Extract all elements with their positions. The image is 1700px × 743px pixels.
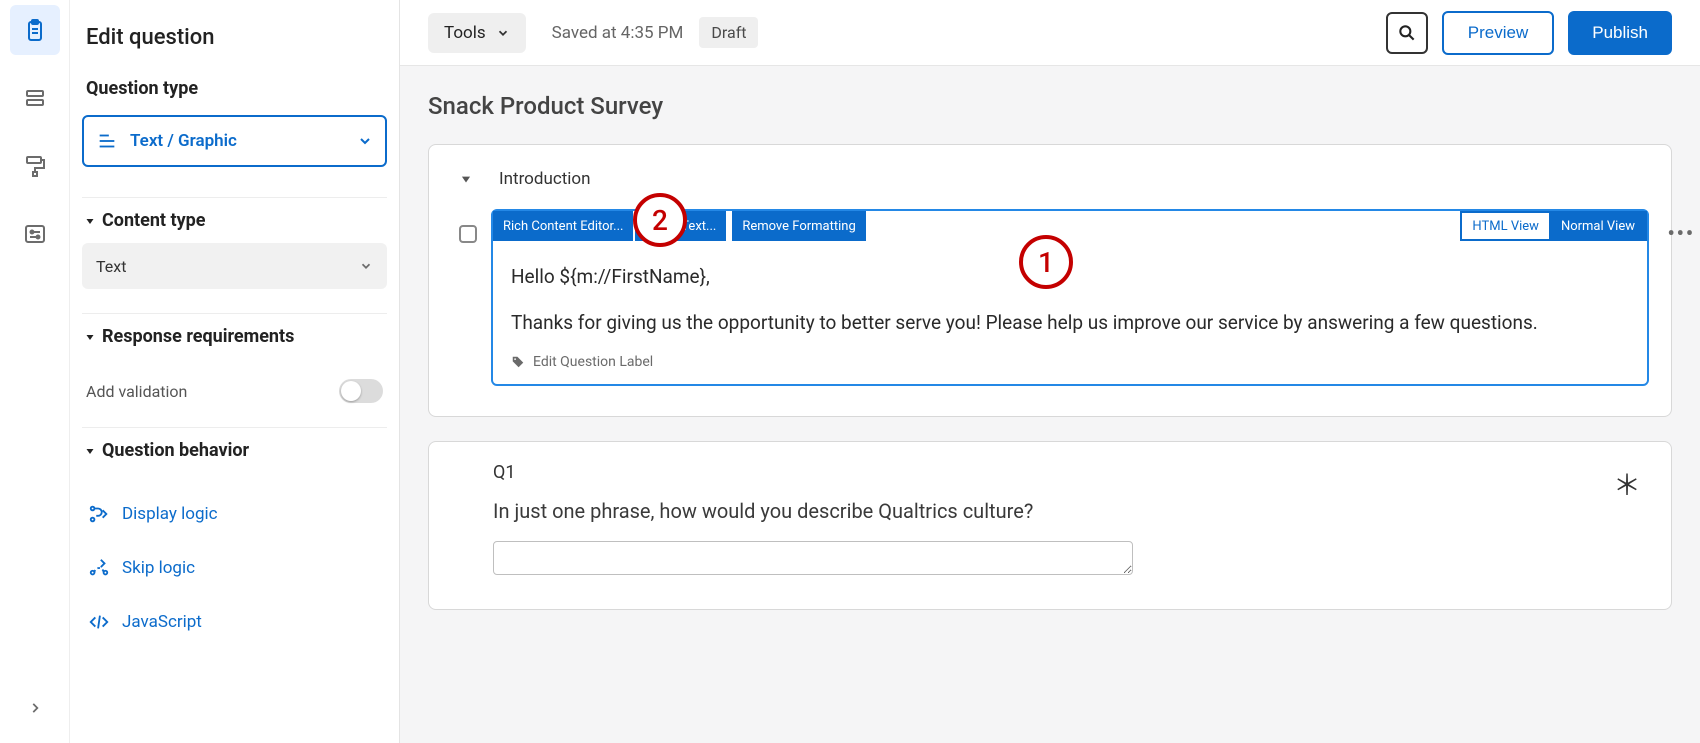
display-logic-button[interactable]: Display logic — [82, 487, 387, 541]
tools-menu[interactable]: Tools — [428, 13, 526, 53]
rich-content-editor-button[interactable]: Rich Content Editor... — [493, 211, 635, 241]
nav-rail — [0, 0, 70, 743]
topbar: Tools Saved at 4:35 PM Draft Preview Pub… — [400, 0, 1700, 66]
chevron-down-icon — [359, 259, 373, 273]
normal-view-tab[interactable]: Normal View — [1549, 211, 1647, 241]
add-validation-toggle[interactable] — [339, 379, 383, 403]
required-star-icon: ＊ — [1613, 464, 1641, 504]
skip-logic-button[interactable]: Skip logic — [82, 541, 387, 595]
preview-button[interactable]: Preview — [1442, 11, 1554, 55]
paint-roller-icon — [23, 154, 47, 178]
content-type-value: Text — [96, 257, 126, 276]
code-icon — [88, 611, 110, 633]
add-validation-label: Add validation — [86, 382, 187, 401]
edit-question-label[interactable]: Edit Question Label — [493, 354, 1647, 384]
chevron-right-icon — [28, 701, 42, 715]
sliders-icon — [23, 222, 47, 246]
question-more-menu[interactable]: ••• — [1667, 221, 1695, 245]
edit-question-label-text: Edit Question Label — [533, 354, 653, 370]
question-text: In just one phrase, how would you descri… — [493, 499, 1643, 523]
nav-look-and-feel[interactable] — [10, 141, 60, 191]
question-intro-card[interactable]: Rich Content Editor... Piped Text... Rem… — [491, 209, 1649, 386]
survey-canvas: Snack Product Survey Introduction Rich C… — [400, 66, 1700, 743]
skip-logic-label: Skip logic — [122, 558, 195, 578]
question-behavior-heading: Question behavior — [102, 440, 249, 461]
content-type-section[interactable]: Content type — [82, 197, 387, 243]
edit-question-sidebar: Edit question Question type Text / Graph… — [70, 0, 400, 743]
rail-expand[interactable] — [10, 683, 60, 733]
question-type-select[interactable]: Text / Graphic — [82, 115, 387, 167]
saved-status: Saved at 4:35 PM — [552, 23, 684, 43]
block-header[interactable]: Introduction — [451, 165, 1649, 209]
q1-text-input[interactable] — [493, 541, 1133, 575]
nav-block-editor[interactable] — [10, 73, 60, 123]
content-type-heading: Content type — [102, 210, 206, 231]
question-type-heading: Question type — [82, 78, 387, 99]
skip-logic-icon — [88, 557, 110, 579]
block-title: Introduction — [499, 169, 591, 189]
piped-text-button[interactable]: Piped Text... — [635, 211, 728, 241]
triangle-down-icon — [84, 445, 96, 457]
display-logic-icon — [88, 503, 110, 525]
question-q1[interactable]: ＊ Q1 In just one phrase, how would you d… — [428, 441, 1672, 610]
triangle-down-icon — [459, 172, 473, 186]
search-icon — [1397, 23, 1417, 43]
javascript-button[interactable]: JavaScript — [82, 595, 387, 649]
question-toolbar: Rich Content Editor... Piped Text... Rem… — [493, 211, 1647, 241]
more-horizontal-icon: ••• — [1667, 221, 1695, 245]
response-requirements-heading: Response requirements — [102, 326, 294, 347]
blocks-icon — [23, 86, 47, 110]
search-button[interactable] — [1386, 12, 1428, 54]
tools-label: Tools — [444, 23, 486, 43]
question-behavior-section[interactable]: Question behavior — [82, 427, 387, 473]
question-content[interactable]: Hello ${m://FirstName}, Thanks for givin… — [493, 241, 1647, 354]
publish-button[interactable]: Publish — [1568, 11, 1672, 55]
text-graphic-icon — [96, 130, 118, 152]
question-number: Q1 — [493, 462, 1643, 483]
intro-line-1: Hello ${m://FirstName}, — [511, 263, 1629, 291]
question-intro-wrapper: Rich Content Editor... Piped Text... Rem… — [451, 209, 1649, 386]
main-area: Tools Saved at 4:35 PM Draft Preview Pub… — [400, 0, 1700, 743]
question-select-checkbox[interactable] — [459, 225, 477, 243]
chevron-down-icon — [357, 133, 373, 149]
nav-survey-options[interactable] — [10, 209, 60, 259]
triangle-down-icon — [84, 215, 96, 227]
nav-survey-builder[interactable] — [10, 5, 60, 55]
draft-status: Draft — [699, 17, 758, 48]
intro-line-2: Thanks for giving us the opportunity to … — [511, 309, 1629, 337]
chevron-down-icon — [496, 26, 510, 40]
remove-formatting-button[interactable]: Remove Formatting — [732, 211, 867, 241]
question-type-value: Text / Graphic — [130, 131, 237, 151]
tag-icon — [511, 355, 525, 369]
survey-title: Snack Product Survey — [428, 92, 1672, 120]
block-introduction: Introduction Rich Content Editor... Pipe… — [428, 144, 1672, 417]
content-type-select[interactable]: Text — [82, 243, 387, 289]
display-logic-label: Display logic — [122, 504, 218, 524]
response-requirements-section[interactable]: Response requirements — [82, 313, 387, 359]
triangle-down-icon — [84, 331, 96, 343]
javascript-label: JavaScript — [122, 612, 202, 632]
sidebar-title: Edit question — [82, 25, 387, 50]
clipboard-icon — [23, 18, 47, 42]
html-view-tab[interactable]: HTML View — [1460, 211, 1549, 241]
